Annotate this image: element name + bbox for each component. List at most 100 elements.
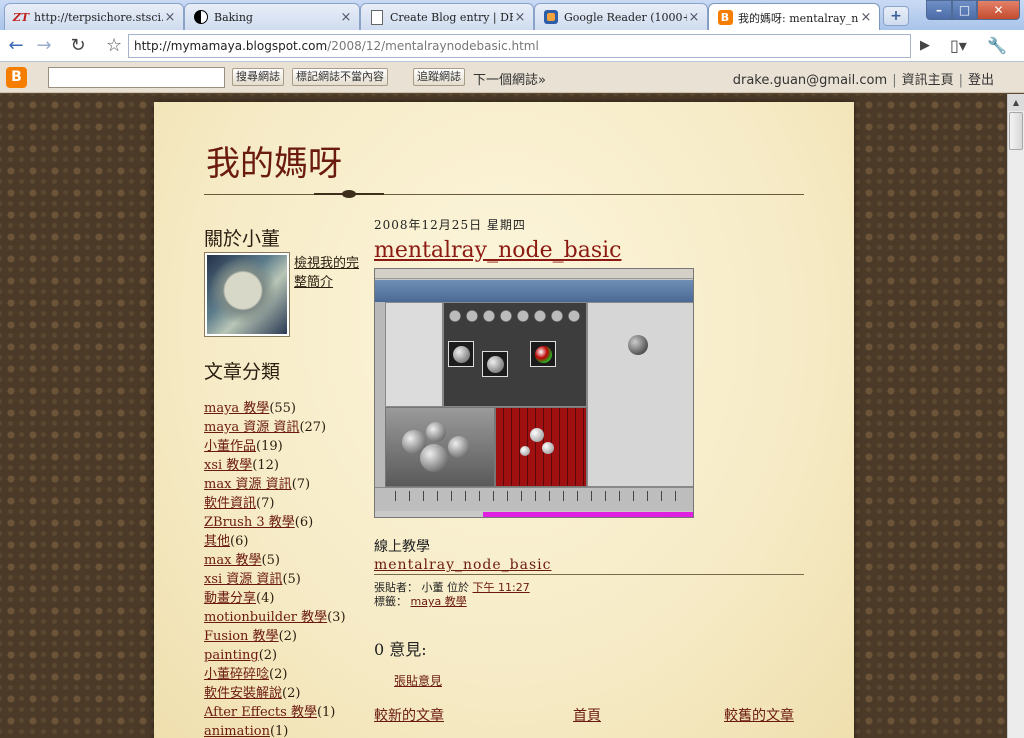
image-menubar: [375, 269, 693, 279]
post-footer-divider: [374, 574, 804, 575]
tab-strip: ZT http://terpsichore.stsci.ed... × Baki…: [0, 0, 1024, 31]
image-sphere: [426, 422, 446, 442]
next-blog-link[interactable]: 下一個網誌»: [473, 69, 546, 88]
search-blog-button[interactable]: 搜尋網誌: [232, 68, 284, 86]
post-body-link[interactable]: mentalray_node_basic: [374, 557, 551, 573]
flag-blog-button[interactable]: 標記網誌不當內容: [292, 68, 388, 86]
back-icon[interactable]: ←: [4, 34, 28, 58]
label-link[interactable]: 小董碎碎唸: [204, 667, 269, 682]
address-bar[interactable]: http://mymamaya.blogspot.com/2008/12/men…: [128, 34, 911, 58]
post-screenshot-image[interactable]: [374, 268, 694, 518]
newer-posts-link[interactable]: 較新的文章: [374, 705, 444, 725]
scroll-up-icon[interactable]: ▲: [1008, 94, 1024, 111]
label-link[interactable]: ZBrush 3 教學: [204, 515, 295, 530]
image-hypershade: [443, 302, 587, 407]
label-link[interactable]: xsi 教學: [204, 458, 252, 473]
close-tab-icon[interactable]: ×: [859, 10, 873, 25]
tab-label: http://terpsichore.stsci.ed...: [34, 10, 163, 24]
tab-5-active[interactable]: B 我的媽呀: mentalray_n... ×: [708, 3, 880, 31]
tab-4[interactable]: Google Reader (1000+) ×: [534, 3, 708, 30]
view-profile-link[interactable]: 檢視我的完整簡介: [294, 254, 364, 292]
bookmark-star-icon[interactable]: ☆: [106, 35, 122, 56]
label-link[interactable]: xsi 資源 資訊: [204, 572, 282, 587]
list-item: xsi 資源 資訊(5): [204, 570, 346, 589]
follow-blog-button[interactable]: 追蹤網誌: [413, 68, 465, 86]
label-link[interactable]: 其他: [204, 534, 230, 549]
label-link[interactable]: max 教學: [204, 553, 262, 568]
label-count: (5): [261, 553, 280, 568]
page-background: 我的媽呀 關於小董 檢視我的完整簡介 文章分類 maya 教學(55) maya…: [0, 94, 1007, 738]
wrench-icon[interactable]: 🔧: [987, 36, 1007, 55]
avatar[interactable]: [204, 252, 290, 337]
forward-icon[interactable]: →: [32, 34, 56, 58]
image-swatches: [448, 309, 584, 323]
scroll-thumb[interactable]: [1009, 112, 1023, 150]
label-link[interactable]: Fusion 教學: [204, 629, 279, 644]
blog-title[interactable]: 我的媽呀: [206, 136, 342, 185]
label-count: (1): [316, 705, 336, 720]
list-item: max 教學(5): [204, 551, 346, 570]
close-window-button[interactable]: ✕: [977, 0, 1020, 20]
list-item: 其他(6): [204, 532, 346, 551]
dashboard-link[interactable]: 資訊主頁: [902, 73, 954, 88]
post-comment-link[interactable]: 張貼意見: [394, 672, 442, 689]
yin-yang-icon: [193, 9, 209, 25]
label-link[interactable]: painting: [204, 648, 259, 663]
comments-heading: 0 意見:: [374, 640, 427, 659]
post-time-link[interactable]: 下午 11:27: [473, 581, 530, 594]
post-title-link[interactable]: mentalray_node_basic: [374, 238, 621, 263]
maximize-button[interactable]: □: [952, 0, 977, 20]
ornament-icon: [314, 190, 384, 198]
blogger-icon: B: [717, 10, 733, 26]
tab-label: 我的媽呀: mentalray_n...: [738, 11, 859, 25]
vertical-scrollbar[interactable]: ▲: [1007, 94, 1024, 738]
close-tab-icon[interactable]: ×: [513, 10, 527, 25]
label-count: (6): [294, 515, 314, 530]
page-menu-icon[interactable]: ▯▾: [950, 36, 967, 55]
close-tab-icon[interactable]: ×: [163, 10, 177, 25]
close-tab-icon[interactable]: ×: [687, 10, 701, 25]
tab-3[interactable]: Create Blog entry | DR... ×: [360, 3, 534, 30]
list-item: xsi 教學(12): [204, 456, 346, 475]
label-count: (55): [269, 401, 296, 416]
label-link[interactable]: animation: [204, 724, 270, 738]
tab-1[interactable]: ZT http://terpsichore.stsci.ed... ×: [4, 3, 184, 30]
label-link[interactable]: 小董作品: [204, 439, 256, 454]
image-outliner: [385, 302, 443, 407]
list-item: After Effects 教學(1): [204, 703, 346, 722]
list-item: painting(2): [204, 646, 346, 665]
blogger-logo-icon[interactable]: B: [6, 67, 27, 88]
reload-icon[interactable]: ↻: [66, 34, 90, 58]
image-ticks: [395, 491, 685, 501]
image-node: [482, 351, 508, 377]
home-link[interactable]: 首頁: [573, 705, 601, 725]
list-item: 動畫分享(4): [204, 589, 346, 608]
close-tab-icon[interactable]: ×: [339, 10, 353, 25]
label-link[interactable]: maya 教學: [204, 401, 269, 416]
labels-heading: 文章分類: [204, 361, 281, 383]
list-item: max 資源 資訊(7): [204, 475, 346, 494]
label-link[interactable]: maya 資源 資訊: [204, 420, 299, 435]
sign-out-link[interactable]: 登出: [968, 73, 994, 88]
post-date: 2008年12月25日 星期四: [374, 218, 526, 232]
blog-search-input[interactable]: [48, 67, 225, 88]
label-link[interactable]: 動畫分享: [204, 591, 256, 606]
go-icon[interactable]: ▶: [920, 38, 930, 53]
label-link[interactable]: 軟件安裝解說: [204, 686, 282, 701]
list-item: maya 資源 資訊(27): [204, 418, 346, 437]
image-preview-ball: [628, 335, 648, 355]
label-count: (5): [282, 572, 301, 587]
label-link[interactable]: max 資源 資訊: [204, 477, 292, 492]
label-link[interactable]: 軟件資訊: [204, 496, 256, 511]
label-link[interactable]: motionbuilder 教學: [204, 610, 327, 625]
new-tab-button[interactable]: +: [883, 6, 909, 26]
avatar-image: [207, 255, 287, 334]
tab-2[interactable]: Baking ×: [184, 3, 360, 30]
label-count: (27): [299, 420, 327, 435]
post-body-text: 線上教學: [374, 539, 430, 555]
older-posts-link[interactable]: 較舊的文章: [724, 705, 794, 725]
post-label-link[interactable]: maya 教學: [411, 595, 467, 608]
post-meta-line: 標籤： maya 教學: [374, 595, 530, 609]
label-link[interactable]: After Effects 教學: [204, 705, 317, 720]
minimize-button[interactable]: –: [926, 0, 952, 20]
